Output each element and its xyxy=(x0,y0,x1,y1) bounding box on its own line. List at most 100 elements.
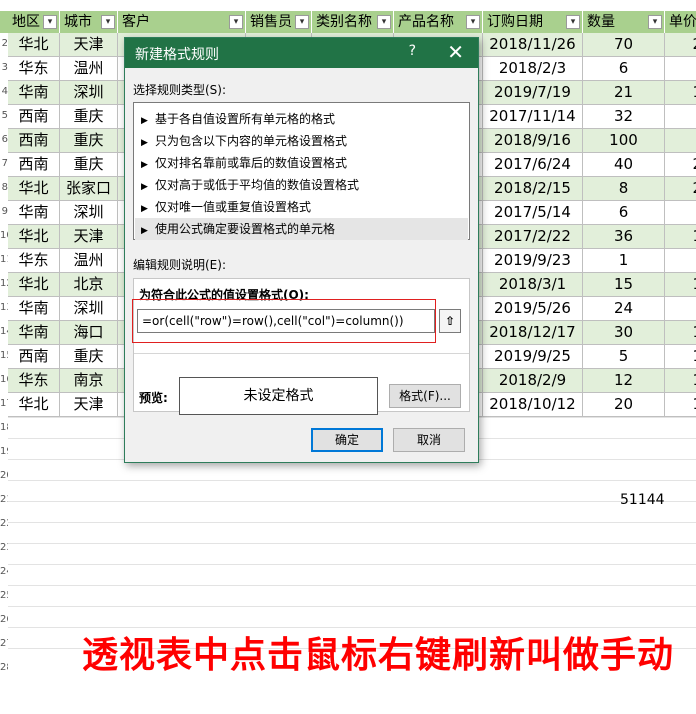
table-cell[interactable]: 2017/11/14 xyxy=(483,105,583,129)
table-cell[interactable]: 1 xyxy=(665,369,696,393)
table-cell[interactable]: 2 xyxy=(665,177,696,201)
row-number[interactable]: 6 xyxy=(0,134,8,148)
table-cell[interactable]: 华南 xyxy=(8,81,60,105)
row-number[interactable]: 12 xyxy=(0,278,8,292)
column-header[interactable]: 订购日期 ▾ xyxy=(483,11,583,33)
collapse-dialog-button[interactable]: ⇧ xyxy=(439,309,461,333)
table-cell[interactable]: 1 xyxy=(665,81,696,105)
column-header[interactable]: 单价 xyxy=(665,11,696,33)
table-cell[interactable]: 32 xyxy=(583,105,665,129)
table-cell[interactable]: 2018/9/16 xyxy=(483,129,583,153)
table-cell[interactable]: 15 xyxy=(583,273,665,297)
table-cell[interactable]: 华南 xyxy=(8,321,60,345)
rule-type-item[interactable]: ▶ 仅对唯一值或重复值设置格式 xyxy=(135,196,468,218)
table-cell[interactable]: 30 xyxy=(583,321,665,345)
column-header[interactable]: 客户 ▾ xyxy=(118,11,246,33)
table-cell[interactable]: 深圳 xyxy=(60,81,118,105)
table-cell[interactable]: 1 xyxy=(665,225,696,249)
table-cell[interactable]: 深圳 xyxy=(60,201,118,225)
table-cell[interactable]: 海口 xyxy=(60,321,118,345)
table-cell[interactable]: 华南 xyxy=(8,201,60,225)
table-cell[interactable]: 6 xyxy=(583,201,665,225)
table-cell[interactable]: 36 xyxy=(583,225,665,249)
row-number[interactable]: 18 xyxy=(0,422,8,436)
row-number[interactable]: 24 xyxy=(0,566,8,580)
table-cell[interactable]: 2017/5/14 xyxy=(483,201,583,225)
table-cell[interactable]: 1 xyxy=(665,393,696,417)
table-cell[interactable]: 温州 xyxy=(60,57,118,81)
row-number[interactable]: 14 xyxy=(0,326,8,340)
table-cell[interactable] xyxy=(665,129,696,153)
table-cell[interactable]: 12 xyxy=(583,369,665,393)
table-cell[interactable]: 重庆 xyxy=(60,129,118,153)
filter-dropdown-icon[interactable]: ▾ xyxy=(648,15,662,29)
row-number[interactable]: 19 xyxy=(0,446,8,460)
row-number[interactable]: 17 xyxy=(0,398,8,412)
table-cell[interactable] xyxy=(665,105,696,129)
row-number[interactable]: 13 xyxy=(0,302,8,316)
table-cell[interactable]: 西南 xyxy=(8,129,60,153)
table-cell[interactable]: 70 xyxy=(583,33,665,57)
filter-dropdown-icon[interactable]: ▾ xyxy=(229,15,243,29)
table-cell[interactable]: 西南 xyxy=(8,345,60,369)
table-cell[interactable]: 5 xyxy=(583,345,665,369)
row-number[interactable]: 20 xyxy=(0,470,8,484)
row-number[interactable]: 3 xyxy=(0,62,8,76)
row-number[interactable]: 16 xyxy=(0,374,8,388)
row-number[interactable]: 23 xyxy=(0,542,8,556)
row-number[interactable]: 21 xyxy=(0,494,8,508)
column-header[interactable]: 销售员 ▾ xyxy=(246,11,312,33)
row-number[interactable]: 8 xyxy=(0,182,8,196)
table-cell[interactable]: 2018/10/12 xyxy=(483,393,583,417)
format-button[interactable]: 格式(F)... xyxy=(389,384,461,408)
table-cell[interactable]: 100 xyxy=(583,129,665,153)
column-header[interactable]: 产品名称 ▾ xyxy=(394,11,483,33)
table-cell[interactable]: 24 xyxy=(583,297,665,321)
table-cell[interactable]: 2018/3/1 xyxy=(483,273,583,297)
table-cell[interactable] xyxy=(665,57,696,81)
table-cell[interactable]: 8 xyxy=(583,177,665,201)
table-cell[interactable]: 深圳 xyxy=(60,297,118,321)
filter-dropdown-icon[interactable]: ▾ xyxy=(101,15,115,29)
table-cell[interactable]: 2018/12/17 xyxy=(483,321,583,345)
filter-dropdown-icon[interactable]: ▾ xyxy=(566,15,580,29)
row-number[interactable]: 7 xyxy=(0,158,8,172)
table-cell[interactable] xyxy=(665,249,696,273)
row-number[interactable]: 27 xyxy=(0,638,8,652)
rule-type-item[interactable]: ▶ 只为包含以下内容的单元格设置格式 xyxy=(135,130,468,152)
table-cell[interactable]: 2019/9/23 xyxy=(483,249,583,273)
table-cell[interactable]: 2017/6/24 xyxy=(483,153,583,177)
table-cell[interactable]: 2018/11/26 xyxy=(483,33,583,57)
table-cell[interactable]: 华北 xyxy=(8,393,60,417)
filter-dropdown-icon[interactable]: ▾ xyxy=(295,15,309,29)
table-cell[interactable]: 重庆 xyxy=(60,105,118,129)
row-number[interactable]: 4 xyxy=(0,86,8,100)
table-cell[interactable]: 温州 xyxy=(60,249,118,273)
help-button[interactable]: ? xyxy=(409,43,416,59)
row-number[interactable]: 9 xyxy=(0,206,8,220)
column-header[interactable]: 城市 ▾ xyxy=(60,11,118,33)
filter-dropdown-icon[interactable]: ▾ xyxy=(43,15,57,29)
rule-type-list[interactable]: ▶ 基于各自值设置所有单元格的格式 ▶ 只为包含以下内容的单元格设置格式 ▶ 仅对排名靠前… xyxy=(133,102,470,240)
table-cell[interactable]: 华东 xyxy=(8,369,60,393)
row-number[interactable]: 26 xyxy=(0,614,8,628)
table-cell[interactable]: 西南 xyxy=(8,153,60,177)
row-number[interactable]: 22 xyxy=(0,518,8,532)
table-cell[interactable]: 2018/2/3 xyxy=(483,57,583,81)
table-cell[interactable]: 2019/9/25 xyxy=(483,345,583,369)
table-cell[interactable]: 1 xyxy=(665,321,696,345)
row-number[interactable]: 25 xyxy=(0,590,8,604)
column-header[interactable]: 数量 ▾ xyxy=(583,11,665,33)
rule-type-item[interactable]: ▶ 仅对排名靠前或靠后的数值设置格式 xyxy=(135,152,468,174)
table-cell[interactable]: 40 xyxy=(583,153,665,177)
table-cell[interactable]: 2019/5/26 xyxy=(483,297,583,321)
table-cell[interactable]: 华北 xyxy=(8,33,60,57)
table-cell[interactable] xyxy=(665,201,696,225)
row-number[interactable]: 15 xyxy=(0,350,8,364)
table-cell[interactable]: 6 xyxy=(583,57,665,81)
rule-type-item[interactable]: ▶ 使用公式确定要设置格式的单元格 xyxy=(135,218,468,240)
filter-dropdown-icon[interactable]: ▾ xyxy=(377,15,391,29)
cell-value-51144[interactable]: 51144 xyxy=(620,492,665,508)
column-header[interactable]: 地区 ▾ xyxy=(8,11,60,33)
table-cell[interactable]: 2018/2/15 xyxy=(483,177,583,201)
